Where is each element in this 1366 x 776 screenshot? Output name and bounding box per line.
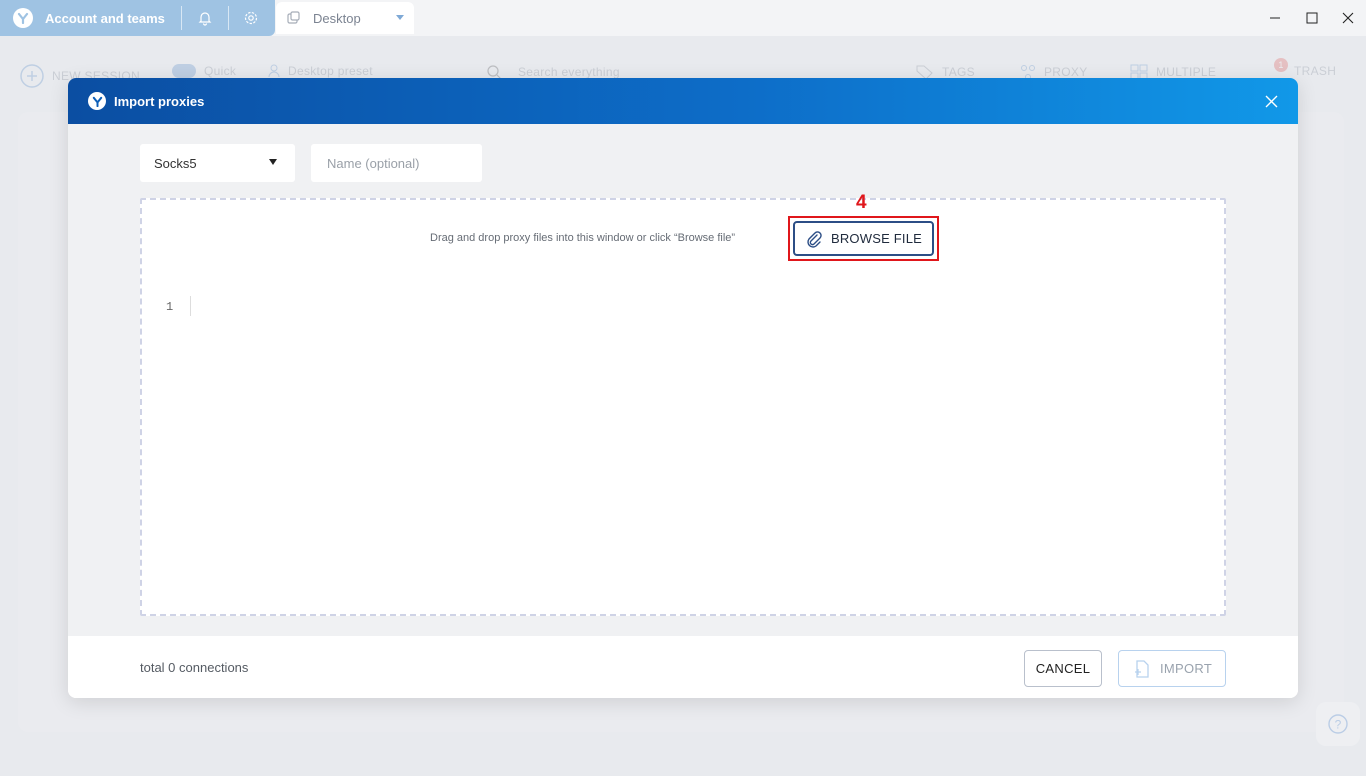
highlight-frame: BROWSE FILE bbox=[788, 216, 939, 261]
file-add-icon bbox=[1134, 659, 1149, 678]
line-number: 1 bbox=[166, 300, 174, 314]
minimize-button[interactable] bbox=[1265, 8, 1285, 28]
desktop-icon bbox=[286, 10, 301, 26]
proxy-type-select[interactable]: Socks5 bbox=[140, 144, 295, 182]
proxy-drop-zone[interactable]: Drag and drop proxy files into this wind… bbox=[140, 192, 1226, 616]
editor-cursor[interactable] bbox=[190, 296, 191, 316]
drop-hint: Drag and drop proxy files into this wind… bbox=[430, 232, 736, 244]
tab-divider bbox=[228, 6, 229, 30]
tab-divider bbox=[181, 6, 182, 30]
chevron-down-icon[interactable] bbox=[396, 15, 404, 20]
window-close-button[interactable] bbox=[1338, 8, 1358, 28]
bell-icon[interactable] bbox=[195, 8, 215, 28]
browse-file-label: BROWSE FILE bbox=[830, 231, 923, 246]
import-button[interactable]: IMPORT bbox=[1118, 650, 1226, 687]
dialog-header: Import proxies bbox=[68, 78, 1298, 124]
cancel-label: CANCEL bbox=[1035, 661, 1091, 676]
caret-down-icon bbox=[269, 159, 277, 165]
gear-icon[interactable] bbox=[241, 8, 261, 28]
account-tab[interactable]: Account and teams bbox=[0, 0, 275, 36]
dialog-title: Import proxies bbox=[114, 93, 205, 109]
browse-file-button[interactable]: BROWSE FILE bbox=[793, 221, 934, 256]
proxy-type-value: Socks5 bbox=[154, 155, 197, 171]
import-proxies-dialog: Import proxies Socks5 Drag and drop prox… bbox=[68, 78, 1298, 698]
name-field[interactable] bbox=[311, 144, 482, 182]
title-bar: Account and teams Desktop bbox=[0, 0, 1366, 36]
paperclip-icon bbox=[807, 230, 822, 248]
dialog-body: Socks5 Drag and drop proxy files into th… bbox=[68, 124, 1298, 636]
cancel-button[interactable]: CANCEL bbox=[1024, 650, 1102, 687]
maximize-button[interactable] bbox=[1302, 8, 1322, 28]
desktop-tab-label: Desktop bbox=[313, 10, 361, 26]
total-connections: total 0 connections bbox=[140, 660, 249, 675]
account-label: Account and teams bbox=[45, 10, 165, 26]
dialog-footer: total 0 connections CANCEL IMPORT bbox=[68, 636, 1298, 698]
close-icon[interactable] bbox=[1262, 92, 1280, 110]
app-logo-icon bbox=[13, 8, 33, 28]
app-logo-icon bbox=[88, 92, 106, 110]
step-marker: 4 bbox=[856, 192, 867, 213]
tab-desktop[interactable]: Desktop bbox=[276, 2, 414, 34]
import-label: IMPORT bbox=[1159, 661, 1213, 676]
